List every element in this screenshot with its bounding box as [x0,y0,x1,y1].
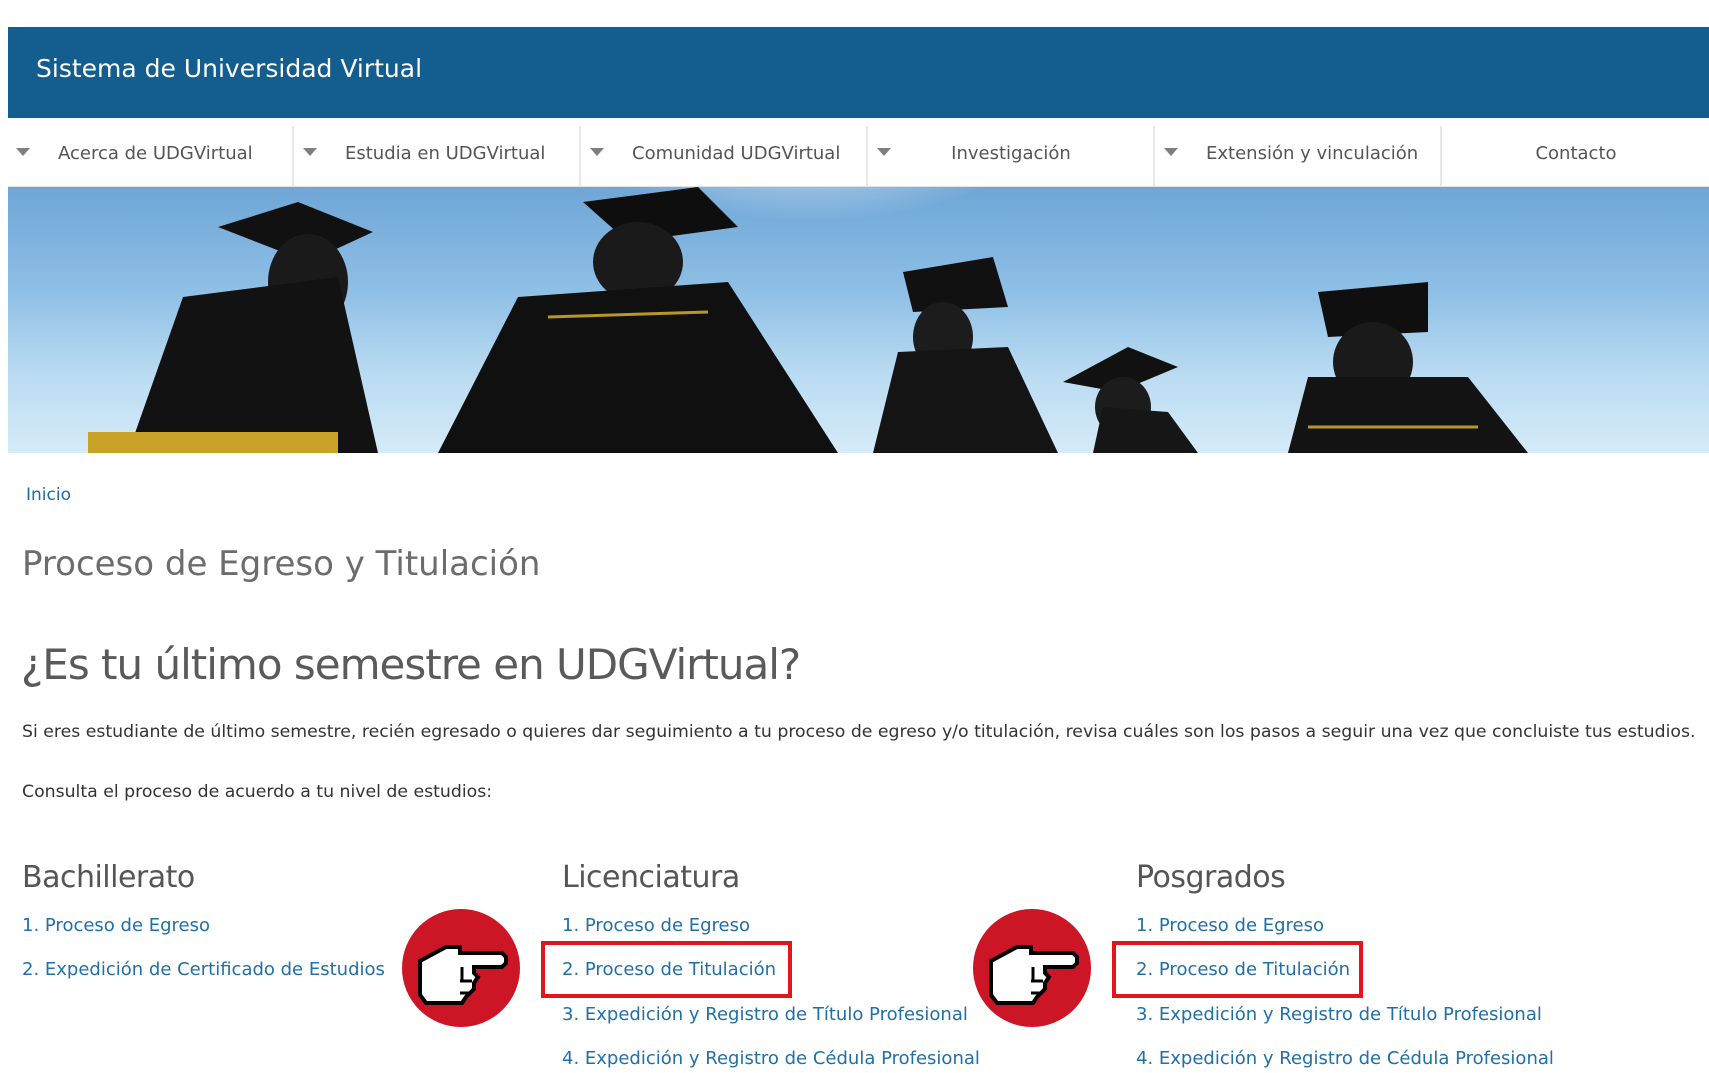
posgrados-link-egreso[interactable]: 1. Proceso de Egreso [1136,915,1324,936]
hand-pointing-right-icon [402,909,520,1027]
posgrados-heading: Posgrados [1136,860,1286,895]
bachillerato-link-egreso[interactable]: 1. Proceso de Egreso [22,915,210,936]
posgrados-link-cedula[interactable]: 4. Expedición y Registro de Cédula Profe… [1136,1048,1554,1069]
page-title: Proceso de Egreso y Titulación [22,544,541,584]
nav-item-extension[interactable]: Extensión y vinculación [1156,126,1442,186]
highlight-box-licenciatura [541,941,792,998]
licenciatura-link-cedula[interactable]: 4. Expedición y Registro de Cédula Profe… [562,1048,980,1069]
nav-item-comunidad[interactable]: Comunidad UDGVirtual [582,126,868,186]
breadcrumb-home-link[interactable]: Inicio [26,485,71,505]
main-nav: Acerca de UDGVirtual Estudia en UDGVirtu… [8,126,1709,187]
hand-pointing-right-icon [973,909,1091,1027]
nav-item-label: Extensión y vinculación [1206,143,1419,164]
dropdown-caret-icon [1164,148,1178,156]
nav-item-estudia[interactable]: Estudia en UDGVirtual [295,126,581,186]
nav-item-investigacion[interactable]: Investigación [869,126,1155,186]
bachillerato-link-certificado[interactable]: 2. Expedición de Certificado de Estudios [22,959,385,980]
hero-banner-image [8,187,1709,453]
dropdown-caret-icon [303,148,317,156]
posgrados-link-titulo[interactable]: 3. Expedición y Registro de Título Profe… [1136,1004,1542,1025]
nav-item-label: Investigación [951,143,1071,164]
consult-paragraph: Consulta el proceso de acuerdo a tu nive… [22,782,493,802]
site-header: Sistema de Universidad Virtual [8,27,1709,118]
bachillerato-heading: Bachillerato [22,860,195,895]
licenciatura-heading: Licenciatura [562,860,740,895]
nav-item-acerca[interactable]: Acerca de UDGVirtual [8,126,294,186]
highlight-box-posgrados [1112,941,1363,998]
nav-item-label: Comunidad UDGVirtual [632,143,841,164]
nav-item-contacto[interactable]: Contacto [1443,126,1709,186]
dropdown-caret-icon [590,148,604,156]
licenciatura-link-egreso[interactable]: 1. Proceso de Egreso [562,915,750,936]
nav-item-label: Contacto [1535,143,1617,164]
licenciatura-link-titulo[interactable]: 3. Expedición y Registro de Título Profe… [562,1004,968,1025]
graduates-illustration [88,187,1528,453]
nav-item-label: Acerca de UDGVirtual [58,143,253,164]
site-title[interactable]: Sistema de Universidad Virtual [36,54,422,83]
nav-item-label: Estudia en UDGVirtual [345,143,546,164]
dropdown-caret-icon [16,148,30,156]
section-heading: ¿Es tu último semestre en UDGVirtual? [21,640,801,689]
intro-paragraph: Si eres estudiante de último semestre, r… [22,722,1696,742]
